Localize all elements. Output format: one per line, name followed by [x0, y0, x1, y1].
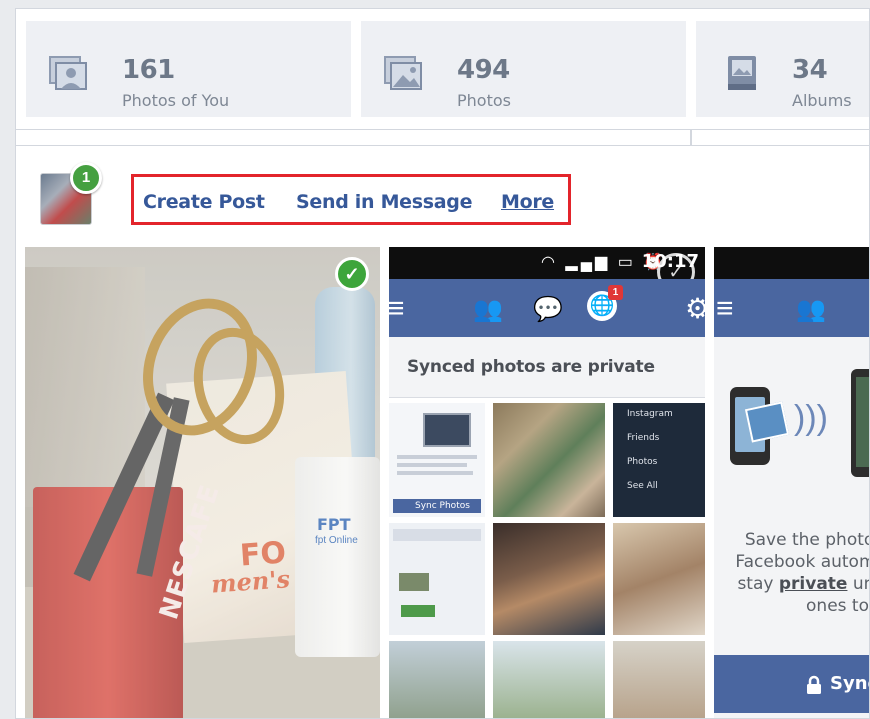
grid-tile [389, 641, 485, 718]
stat-count: 161 [122, 55, 175, 85]
messages-icon: 💬 [533, 296, 563, 323]
grid-tile [493, 523, 605, 635]
private-word: private [778, 574, 848, 594]
sync-line-suffix: until [852, 574, 869, 594]
stat-albums[interactable]: 34 Albums [696, 21, 869, 117]
notification-count: 1 [608, 285, 623, 300]
phone-status-bar [714, 247, 869, 279]
menu-label: Instagram [627, 409, 673, 419]
sync-line-prefix: stay [737, 574, 779, 594]
action-bar: Create Post Send in Message More [131, 174, 571, 225]
grid-tile [613, 641, 705, 718]
grid-tile [613, 523, 705, 635]
send-in-message-link[interactable]: Send in Message [296, 191, 472, 213]
screenshot-grid: Sync Photos Instagram Friends Photos See… [389, 403, 705, 718]
wireless-icon: ))) [794, 399, 828, 437]
photos-of-you-icon [49, 56, 87, 90]
stat-photos[interactable]: 494 Photos [361, 21, 686, 117]
sync-photos-label: Sync Photos [415, 501, 470, 511]
photos-panel: 161 Photos of You 494 Photos 34 Albums 1… [15, 8, 870, 719]
sync-description: Save the photos Facebook automat stay pr… [714, 529, 870, 617]
sync-line: ones to [806, 596, 869, 616]
lock-icon [807, 675, 821, 694]
grid-tile [493, 403, 605, 517]
friends-icon: 👥 [796, 296, 826, 323]
photo-card-icon [744, 401, 790, 443]
albums-icon [728, 56, 756, 90]
photo-strip: FO men's day FPT fpt Online NESCAFE ✓ ◠ … [25, 247, 870, 718]
divider [16, 145, 869, 146]
sync-line: stay private until [714, 573, 869, 595]
divider [16, 129, 869, 130]
photo-thumbnail[interactable]: FO men's day FPT fpt Online NESCAFE ✓ [25, 247, 380, 718]
sync-line: Facebook automat [735, 552, 869, 572]
sync-line: Save the photos [744, 530, 870, 550]
stat-label: Photos of You [122, 91, 230, 110]
stat-label: Photos [457, 91, 511, 110]
notification-badge: 1 [70, 162, 102, 194]
menu-icon: ≡ [389, 292, 405, 326]
stat-label: Albums [792, 91, 852, 110]
stat-count: 34 [792, 55, 828, 85]
stat-photos-of-you[interactable]: 161 Photos of You [26, 21, 351, 117]
synced-heading: Synced photos are private [407, 357, 655, 377]
grid-tile [389, 523, 485, 635]
gear-icon: ⚙ [685, 292, 705, 325]
menu-label: Friends [627, 433, 660, 443]
facebook-app-bar [714, 279, 869, 337]
grid-tile: Instagram Friends Photos See All [613, 403, 705, 517]
menu-label: Photos [627, 457, 658, 467]
selection-overlay [25, 247, 380, 718]
more-link[interactable]: More [501, 191, 554, 213]
stat-count: 494 [457, 55, 510, 85]
grid-tile: Sync Photos [389, 403, 485, 517]
divider [690, 129, 692, 145]
menu-label: See All [627, 481, 658, 491]
photos-icon [384, 56, 422, 90]
photo-thumbnail[interactable]: ◠ ▂▄▆ ▭ ⏰ 10:17 ✓ ≡ 👥 💬 🌐 1 ⚙ Synced pho… [389, 247, 705, 718]
friends-icon: 👥 [473, 296, 503, 323]
create-post-link[interactable]: Create Post [143, 191, 265, 213]
menu-icon: ≡ [716, 292, 734, 325]
selected-check-icon[interactable]: ✓ [335, 257, 369, 291]
grid-tile [493, 641, 605, 718]
computer-screen [856, 377, 869, 467]
stats-bar: 161 Photos of You 494 Photos 34 Albums [16, 9, 869, 129]
photo-thumbnail[interactable]: ≡ 👥 ))) Save the photos Facebook automat… [714, 247, 870, 718]
sync-button-label: Sync [830, 673, 869, 694]
